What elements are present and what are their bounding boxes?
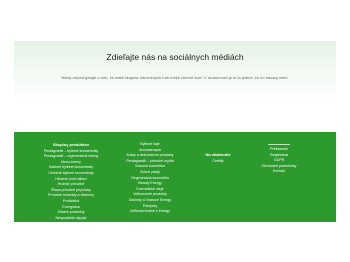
footer: Skupiny produktov Perdagrantit – bylinné… [14,132,336,222]
divider [268,144,290,145]
footer-column-products: Skupiny produktov Perdagrantit – bylinné… [36,142,106,221]
footer-link[interactable]: Perdagrantit – regeneračné krémy [36,154,106,160]
social-section: Zdieľajte nás na sociálnych médiách Nikd… [14,41,336,157]
footer-column-downloads: Na stiahnutie Certifik [188,142,248,164]
footer-heading-downloads: Na stiahnutie [205,152,231,157]
footer-link[interactable]: Certifik [188,159,248,165]
footer-link[interactable]: Kontakt [244,169,314,175]
social-title: Zdieľajte nás na sociálnych médiách [106,52,244,62]
footer-link[interactable]: Nespodalné nápoje [36,216,106,222]
social-text: Nikdy nepochybujte o tom, že malá skupin… [61,75,289,80]
footer-heading-products: Skupiny produktov [52,142,90,147]
footer-column-account: Prihlásenie Registrácia GDPR Obchodné po… [244,144,314,175]
footer-link[interactable]: Veľkoobchodné s Energy [110,209,190,215]
footer-column-more-products: Bylinné čaje Aromaterapia Krásy a dekora… [110,142,190,215]
